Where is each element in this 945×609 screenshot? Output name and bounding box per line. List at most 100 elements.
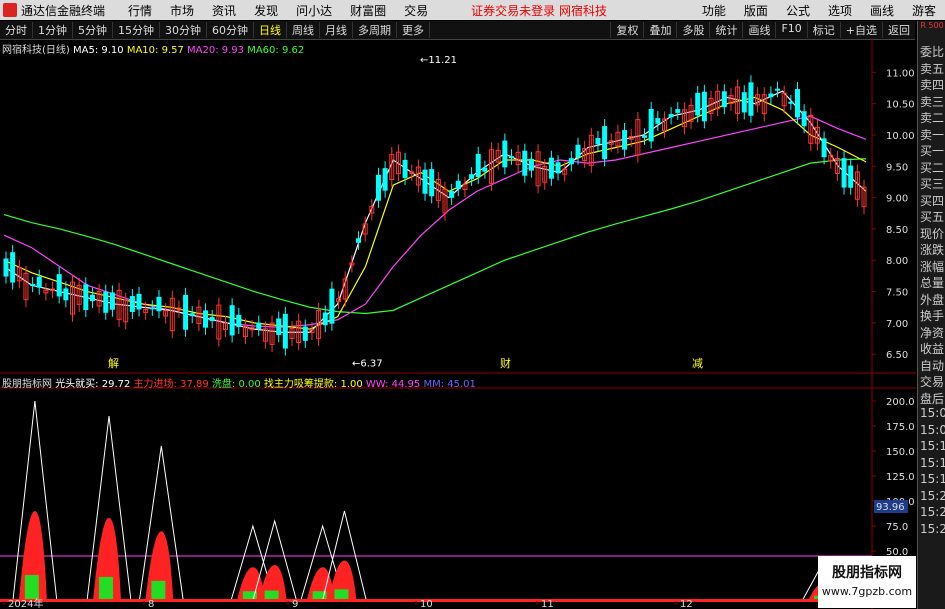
candle-body-90 [602, 126, 608, 160]
candle-body-126 [841, 158, 847, 188]
menu-item-6[interactable]: 交易 [395, 2, 437, 19]
indicator-legend: 股朋指标网 光头就买: 29.72 主力进场: 37.89 洗盘: 0.00 找… [2, 375, 476, 390]
event-marker-1: 财 [500, 356, 511, 370]
indicator-label-3: 找主力吸筹提款: 1.00 [260, 379, 363, 390]
candle-body-9 [63, 288, 69, 301]
menu-right-1[interactable]: 版面 [735, 2, 777, 19]
watermark-title: 股朋指标网 [832, 565, 902, 581]
sidebar-item-10: 买五 [920, 210, 945, 224]
sidebar-item-11: 现价 [920, 226, 945, 241]
indicator-label-4: WW: 44.95 [362, 379, 421, 390]
candle-body-120 [801, 111, 807, 127]
candle-body-28 [189, 313, 195, 317]
login-alert[interactable]: 证券交易未登录 网宿科技 [471, 2, 607, 19]
high-annotation: ←11.21 [420, 55, 457, 66]
menu-item-4[interactable]: 问小达 [287, 2, 341, 19]
sidebar-item-2: 卖四 [920, 78, 945, 92]
menu-right-3[interactable]: 选项 [819, 2, 861, 19]
menu-right-4[interactable]: 画线 [861, 2, 903, 19]
candle-body-96 [642, 135, 648, 138]
candle-body-108 [721, 91, 727, 108]
price-label-6: 8.00 [886, 256, 908, 267]
sidebar-item-6: 买一 [920, 144, 945, 158]
candle-body-118 [788, 101, 794, 104]
sidebar-item-12: 涨跌 [920, 243, 945, 257]
menu-right-5[interactable]: 游客 [903, 2, 945, 19]
candle-body-78 [522, 150, 528, 176]
peak-green-0 [24, 575, 39, 601]
candle-body-13 [89, 294, 95, 302]
candle-body-116 [775, 88, 781, 91]
candle-body-57 [382, 168, 388, 191]
candle-body-23 [156, 296, 162, 312]
menu-right-0[interactable]: 功能 [693, 2, 735, 19]
menu-item-5[interactable]: 财富圈 [341, 2, 395, 19]
candle-body-53 [356, 238, 362, 243]
candle-body-82 [548, 157, 554, 179]
menu-bar: 通达信金融终端 行情 市场 资讯 发现 问小达 财富圈 交易 证券交易未登录 网宿科技 功能… [0, 0, 945, 20]
indicator-label-2: 洗盘: 0.00 [208, 379, 261, 390]
menu-item-1[interactable]: 市场 [161, 2, 203, 19]
ind-label-5: 75.0 [886, 522, 908, 533]
candle-body-68 [455, 180, 461, 190]
price-label-9: 6.50 [886, 350, 908, 361]
candle-body-4 [30, 284, 36, 287]
indicator-label-5: MM: 45.01 [420, 379, 476, 390]
candle-body-72 [482, 167, 488, 172]
candle-body-12 [83, 284, 89, 311]
candle-body-71 [475, 153, 481, 178]
sidebar-item-21: 盘后 [920, 391, 945, 406]
sidebar-item-29: 15:29 [920, 521, 945, 536]
candle-body-5 [36, 276, 42, 288]
ma20-line [3, 115, 867, 328]
menu-item-2[interactable]: 资讯 [203, 2, 245, 19]
price-label-4: 9.00 [886, 194, 908, 205]
candle-body-20 [136, 293, 142, 310]
candle-body-45 [302, 326, 308, 341]
candle-body-34 [229, 305, 235, 336]
base-bar [0, 599, 872, 602]
sidebar-item-19: 自动 [920, 358, 945, 373]
sidebar-tag: R 500 [920, 21, 944, 30]
candle-body-56 [375, 174, 381, 201]
candle-body-104 [695, 92, 701, 116]
ind-label-2: 150.0 [886, 447, 915, 458]
candle-body-42 [282, 313, 288, 349]
app-logo-icon [3, 3, 17, 17]
sidebar-item-1: 卖五 [920, 61, 945, 76]
candle-body-64 [429, 169, 435, 197]
price-label-0: 11.00 [886, 68, 915, 79]
x-label-3: 10 [420, 599, 433, 609]
candle-body-1 [10, 252, 16, 283]
price-label-3: 9.50 [886, 162, 908, 173]
watermark: 股朋指标网 www.7gpzb.com [818, 556, 916, 608]
candle-body-100 [668, 114, 674, 118]
sidebar-item-27: 15:22 [920, 488, 945, 503]
menu-item-0[interactable]: 行情 [119, 2, 161, 19]
ind-label-1: 175.0 [886, 422, 915, 433]
chart-area[interactable]: 11.00 10.50 10.00 9.50 9.00 8.50 8.00 7.50 7.00 6… [0, 21, 916, 609]
ind-current-label: 93.96 [876, 502, 905, 513]
candle-body-115 [768, 93, 774, 98]
sidebar-item-20: 交易 [920, 375, 945, 389]
sidebar-item-26: 15:15 [920, 472, 945, 486]
menu-right-2[interactable]: 公式 [777, 2, 819, 19]
sidebar-item-5: 卖一 [920, 127, 945, 142]
candle-body-97 [648, 108, 654, 142]
menu-item-3[interactable]: 发现 [245, 2, 287, 19]
ma10-line [3, 96, 867, 330]
candle-body-93 [622, 130, 628, 150]
candle-body-89 [595, 137, 601, 145]
sidebar-item-14: 总量 [920, 276, 945, 290]
sidebar-item-22: 15:00 [920, 406, 945, 420]
price-label-1: 10.50 [886, 100, 915, 111]
price-label-7: 7.50 [886, 288, 908, 299]
candle-body-105 [701, 91, 707, 122]
candle-body-119 [794, 89, 800, 118]
candle-body-48 [322, 312, 328, 326]
candle-body-35 [236, 314, 242, 328]
candle-body-123 [821, 138, 827, 158]
candle-body-83 [555, 162, 561, 174]
sidebar-item-17: 净资 [920, 325, 945, 340]
candle-body-38 [256, 322, 262, 329]
